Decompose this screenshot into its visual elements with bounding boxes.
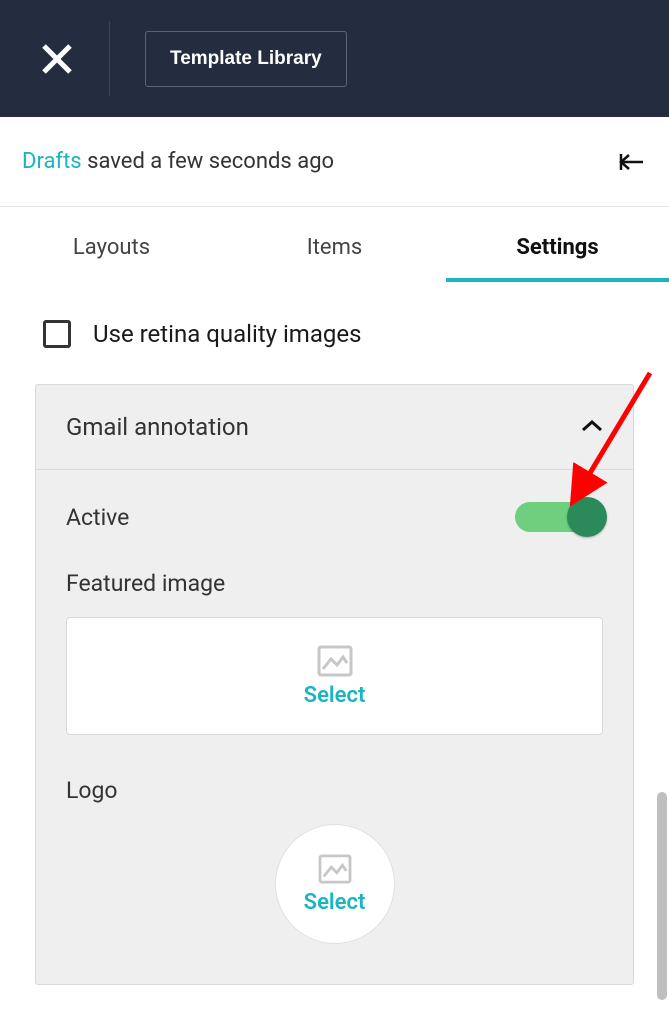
featured-image-title: Featured image [66, 570, 603, 597]
settings-content: Use retina quality images Gmail annotati… [0, 282, 669, 985]
image-placeholder-icon [318, 854, 352, 884]
toggle-knob [567, 497, 607, 537]
active-label: Active [66, 504, 129, 531]
featured-select-text: Select [304, 683, 366, 708]
tab-layouts[interactable]: Layouts [0, 235, 223, 282]
scrollbar-thumb[interactable] [657, 792, 667, 1000]
tab-settings[interactable]: Settings [446, 235, 669, 282]
featured-image-select[interactable]: Select [66, 617, 603, 735]
gmail-annotation-panel: Gmail annotation Active Featured image [35, 384, 634, 985]
header-divider [109, 21, 110, 96]
save-status: Drafts saved a few seconds ago [22, 149, 334, 174]
image-placeholder-icon [317, 645, 353, 677]
close-icon[interactable] [40, 42, 74, 76]
status-bar: Drafts saved a few seconds ago [0, 117, 669, 207]
tabs: Layouts Items Settings [0, 207, 669, 282]
collapse-panel-icon[interactable] [619, 152, 647, 172]
logo-select[interactable]: Select [275, 824, 395, 944]
retina-checkbox[interactable] [43, 320, 71, 348]
active-row: Active [66, 492, 603, 566]
panel-body: Active Featured image Select Logo [36, 470, 633, 984]
tab-items[interactable]: Items [223, 235, 446, 282]
logo-select-text: Select [304, 890, 366, 915]
panel-header[interactable]: Gmail annotation [36, 385, 633, 470]
retina-label: Use retina quality images [93, 320, 362, 348]
active-toggle[interactable] [515, 502, 603, 532]
logo-title: Logo [66, 777, 603, 804]
template-library-button[interactable]: Template Library [145, 31, 347, 87]
drafts-link[interactable]: Drafts [22, 149, 82, 174]
top-bar: Template Library [0, 0, 669, 117]
panel-title: Gmail annotation [66, 413, 249, 441]
close-area: Template Library [40, 0, 347, 117]
chevron-up-icon [581, 418, 603, 437]
save-status-suffix: saved a few seconds ago [82, 149, 334, 174]
retina-option-row: Use retina quality images [35, 282, 634, 384]
